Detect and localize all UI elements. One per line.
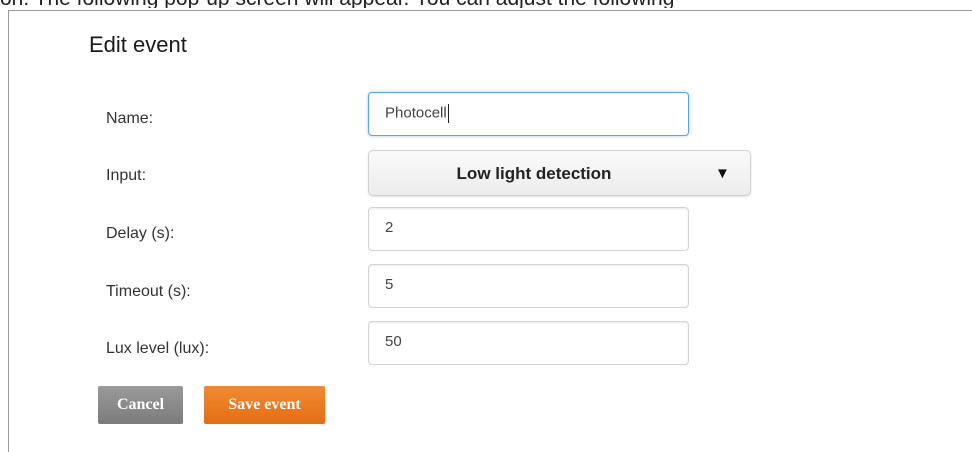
input-label: Input: — [106, 167, 147, 184]
dialog-title: Edit event — [89, 32, 187, 57]
input-select[interactable]: Low light detection ▼ — [368, 150, 751, 196]
page-root: on. The following pop-up screen will app… — [0, 0, 972, 452]
dropdown-arrow-icon: ▼ — [715, 165, 730, 182]
timeout-input-value: 5 — [385, 276, 394, 293]
timeout-input[interactable]: 5 — [368, 264, 689, 308]
lux-level-input[interactable]: 50 — [368, 321, 689, 365]
input-select-value: Low light detection — [456, 164, 612, 183]
lux-level-input-value: 50 — [385, 333, 402, 350]
save-event-button[interactable]: Save event — [204, 386, 325, 424]
background-instruction-text: on. The following pop-up screen will app… — [0, 0, 972, 8]
name-input-value: Photocell — [385, 104, 447, 122]
text-caret — [447, 104, 449, 123]
delay-input-value: 2 — [385, 219, 394, 236]
delay-input[interactable]: 2 — [368, 207, 689, 251]
name-input[interactable]: Photocell — [368, 92, 689, 136]
lux-level-label: Lux level (lux): — [106, 340, 210, 357]
name-label: Name: — [106, 110, 154, 127]
timeout-label: Timeout (s): — [106, 283, 191, 300]
cancel-button[interactable]: Cancel — [98, 386, 183, 424]
delay-label: Delay (s): — [106, 225, 175, 242]
name-input-value-wrap: Photocell — [385, 104, 449, 123]
